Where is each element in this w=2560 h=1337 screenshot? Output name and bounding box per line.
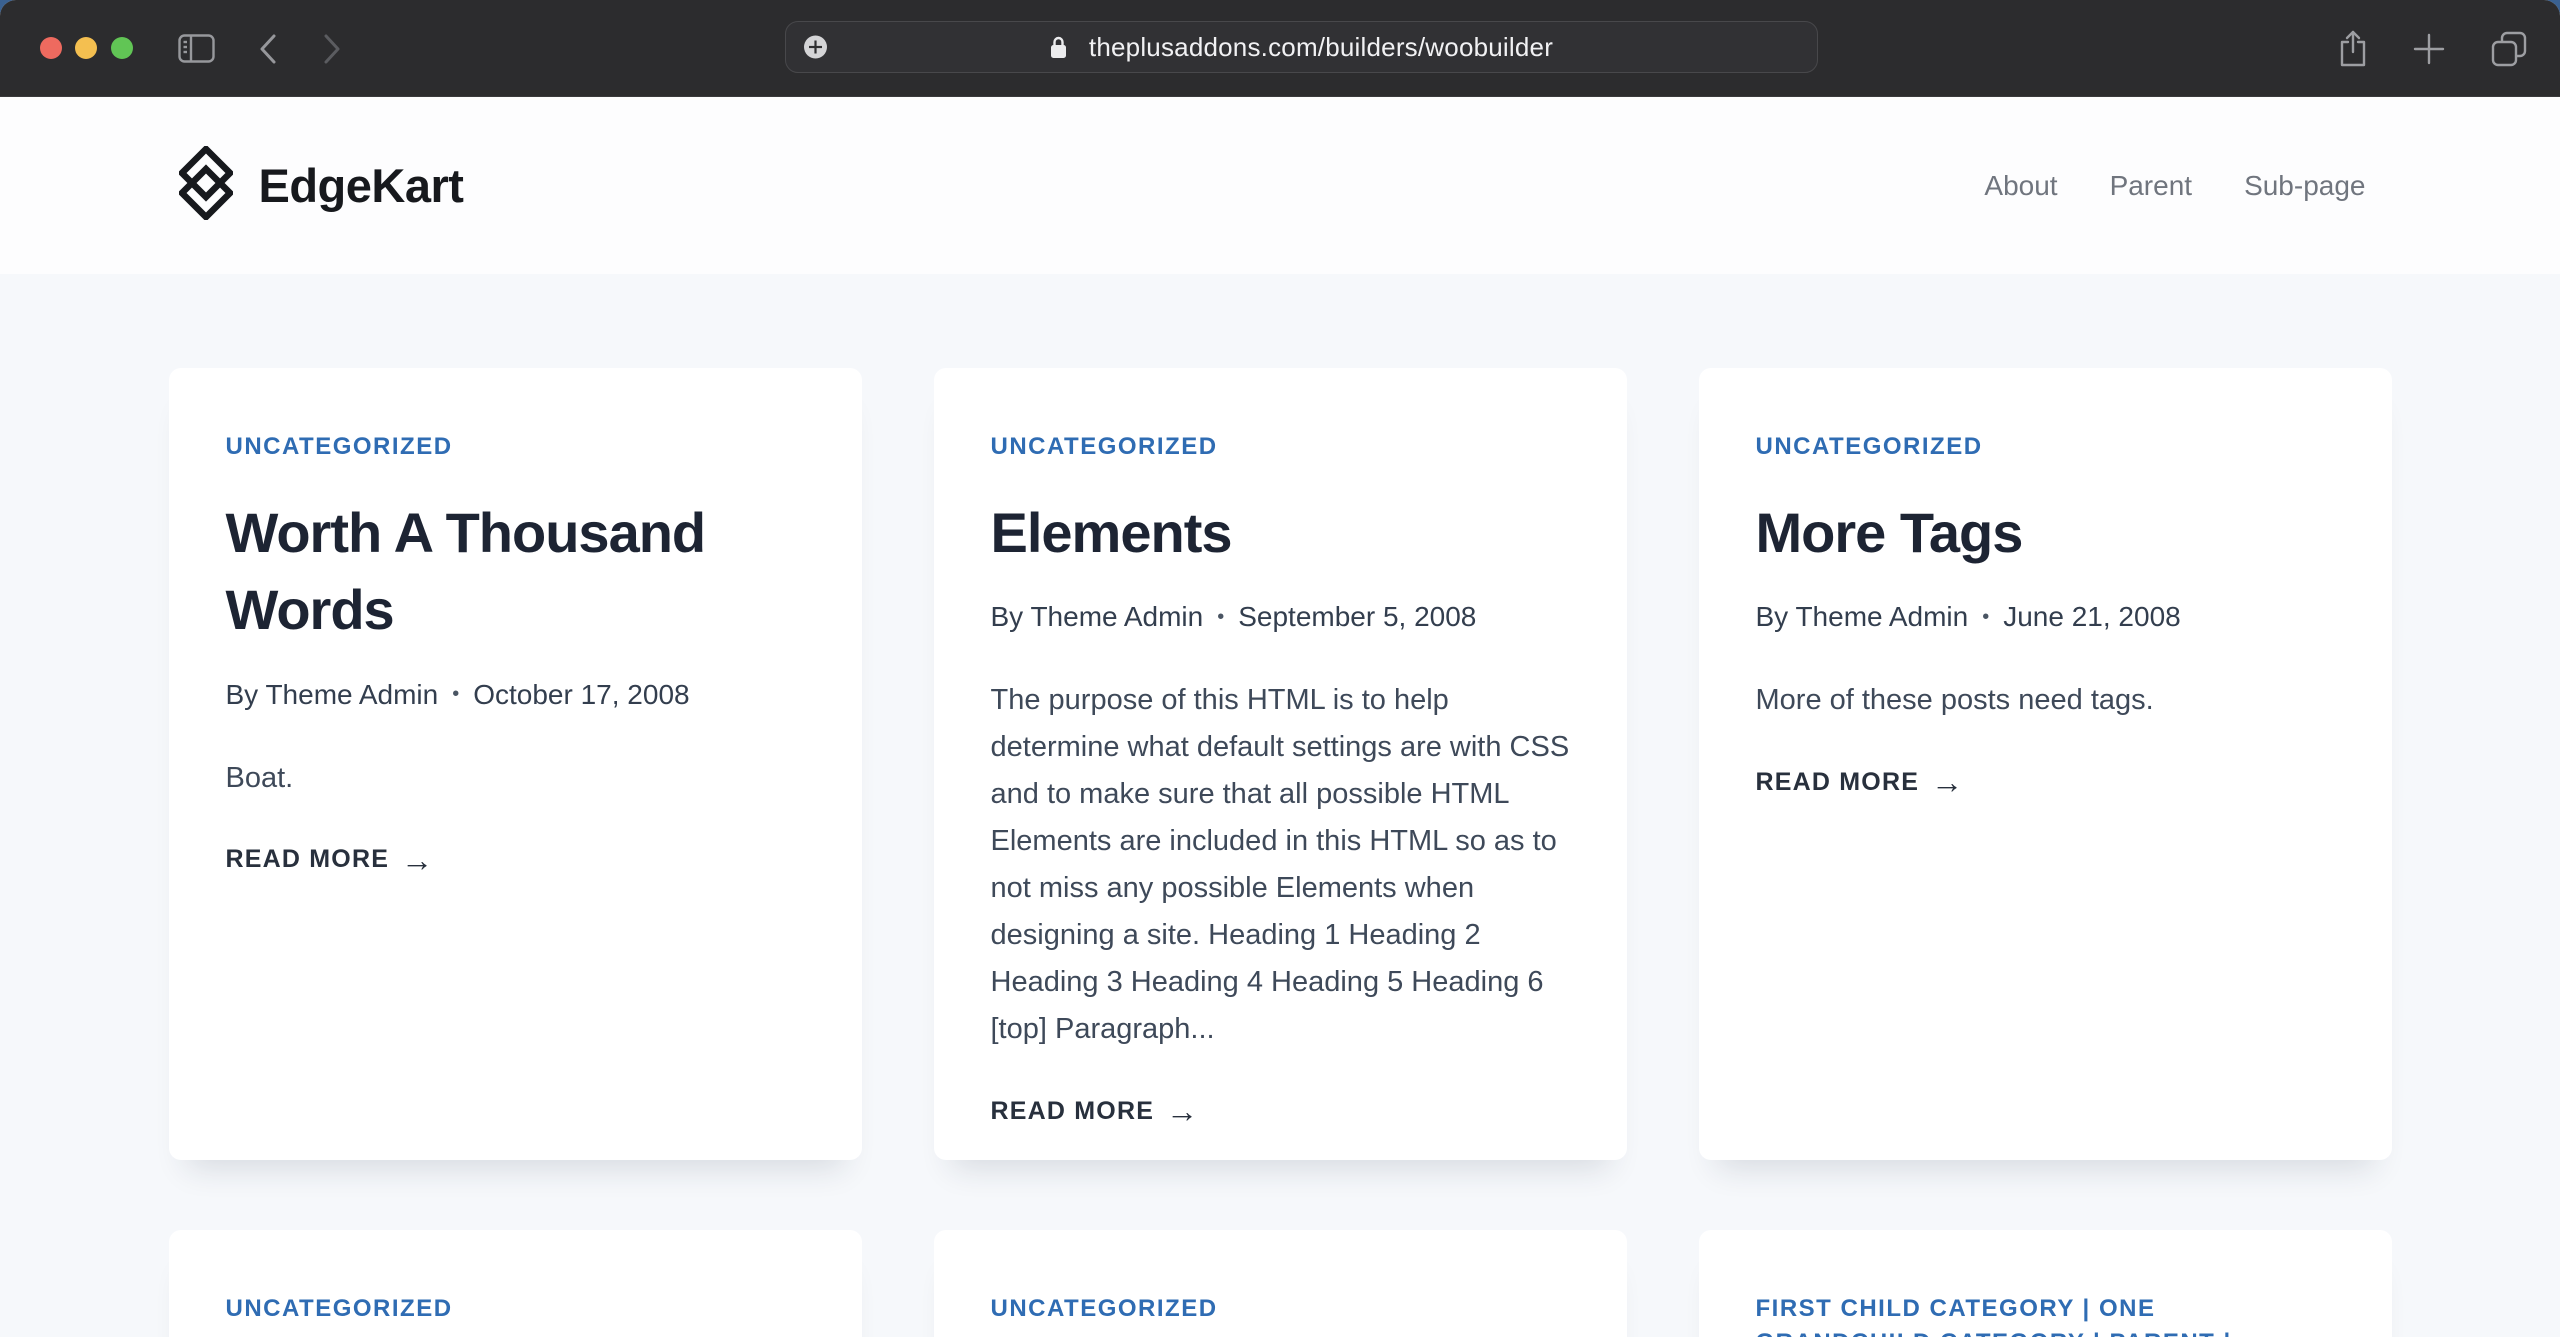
tab-overview-button[interactable] [2486,0,2531,97]
arrow-right-icon: → [1931,766,1964,798]
new-tab-icon [2413,33,2445,65]
post-grid: UNCATEGORIZED Worth A Thousand Words By … [169,368,2392,1337]
post-card: UNCATEGORIZED Worth A Thousand Words By … [169,368,862,1160]
dot-separator: • [1982,606,1989,629]
read-more-link[interactable]: READ MORE → [991,1095,1200,1127]
logo-text: EdgeKart [259,158,464,213]
safari-window: theplusaddons.com/builders/woobuilder [0,0,2560,1337]
post-category[interactable]: UNCATEGORIZED [991,1292,1218,1326]
back-button[interactable] [248,0,288,97]
post-card: FIRST CHILD CATEGORY | ONE GRANDCHILD CA… [1699,1230,2392,1337]
traffic-light-minimize[interactable] [75,37,97,59]
post-card: UNCATEGORIZED More Tags By Theme Admin •… [1699,368,2392,1160]
extension-plus-icon[interactable] [804,36,827,59]
arrow-right-icon: → [401,844,434,876]
read-more-link[interactable]: READ MORE → [226,844,435,876]
post-author: By Theme Admin [991,601,1204,633]
post-byline: By Theme Admin • September 5, 2008 [991,601,1570,633]
site-logo[interactable]: EdgeKart [179,146,464,225]
nav-item-parent[interactable]: Parent [2110,170,2193,202]
dot-separator: • [1217,606,1224,629]
nav-item-sub-page[interactable]: Sub-page [2244,170,2365,202]
post-date: October 17, 2008 [473,679,689,711]
forward-icon [323,33,341,65]
post-category[interactable]: UNCATEGORIZED [226,1292,453,1326]
nav-item-about[interactable]: About [1984,170,2057,202]
post-category[interactable]: UNCATEGORIZED [991,430,1218,464]
post-excerpt: The purpose of this HTML is to help dete… [991,677,1570,1053]
browser-toolbar: theplusaddons.com/builders/woobuilder [0,0,2560,97]
post-byline: By Theme Admin • June 21, 2008 [1756,601,2335,633]
site-header: EdgeKart About Parent Sub-page [0,97,2560,274]
post-category[interactable]: UNCATEGORIZED [1756,430,1983,464]
post-card: UNCATEGORIZED [934,1230,1627,1337]
read-more-link[interactable]: READ MORE → [1756,766,1965,798]
forward-button[interactable] [312,0,352,97]
new-tab-button[interactable] [2406,0,2451,97]
url-text[interactable]: theplusaddons.com/builders/woobuilder [1089,32,1553,63]
traffic-light-zoom[interactable] [111,37,133,59]
post-excerpt: More of these posts need tags. [1756,677,2335,724]
primary-nav: About Parent Sub-page [1984,170,2365,202]
share-button[interactable] [2330,0,2375,97]
blog-listing: UNCATEGORIZED Worth A Thousand Words By … [0,274,2560,1337]
post-date: June 21, 2008 [2003,601,2181,633]
post-card: UNCATEGORIZED [169,1230,862,1337]
post-date: September 5, 2008 [1238,601,1476,633]
sidebar-toggle-button[interactable] [160,0,232,97]
post-title[interactable]: More Tags [1756,494,2335,571]
stacked-diamonds-icon [179,146,233,225]
post-author: By Theme Admin [226,679,439,711]
lock-icon [1050,35,1067,59]
post-title[interactable]: Elements [991,494,1570,571]
traffic-light-close[interactable] [40,37,62,59]
tab-overview-icon [2491,31,2527,67]
dot-separator: • [452,683,459,706]
share-icon [2338,30,2368,67]
arrow-right-icon: → [1166,1095,1199,1127]
sidebar-icon [178,34,215,63]
post-excerpt: Boat. [226,755,805,802]
address-bar[interactable]: theplusaddons.com/builders/woobuilder [785,21,1818,73]
post-author: By Theme Admin [1756,601,1969,633]
post-card: UNCATEGORIZED Elements By Theme Admin • … [934,368,1627,1160]
post-byline: By Theme Admin • October 17, 2008 [226,679,805,711]
post-category[interactable]: UNCATEGORIZED [226,430,453,464]
post-title[interactable]: Worth A Thousand Words [226,494,805,649]
post-category[interactable]: FIRST CHILD CATEGORY | ONE GRANDCHILD CA… [1756,1292,2335,1337]
back-icon [259,33,277,65]
